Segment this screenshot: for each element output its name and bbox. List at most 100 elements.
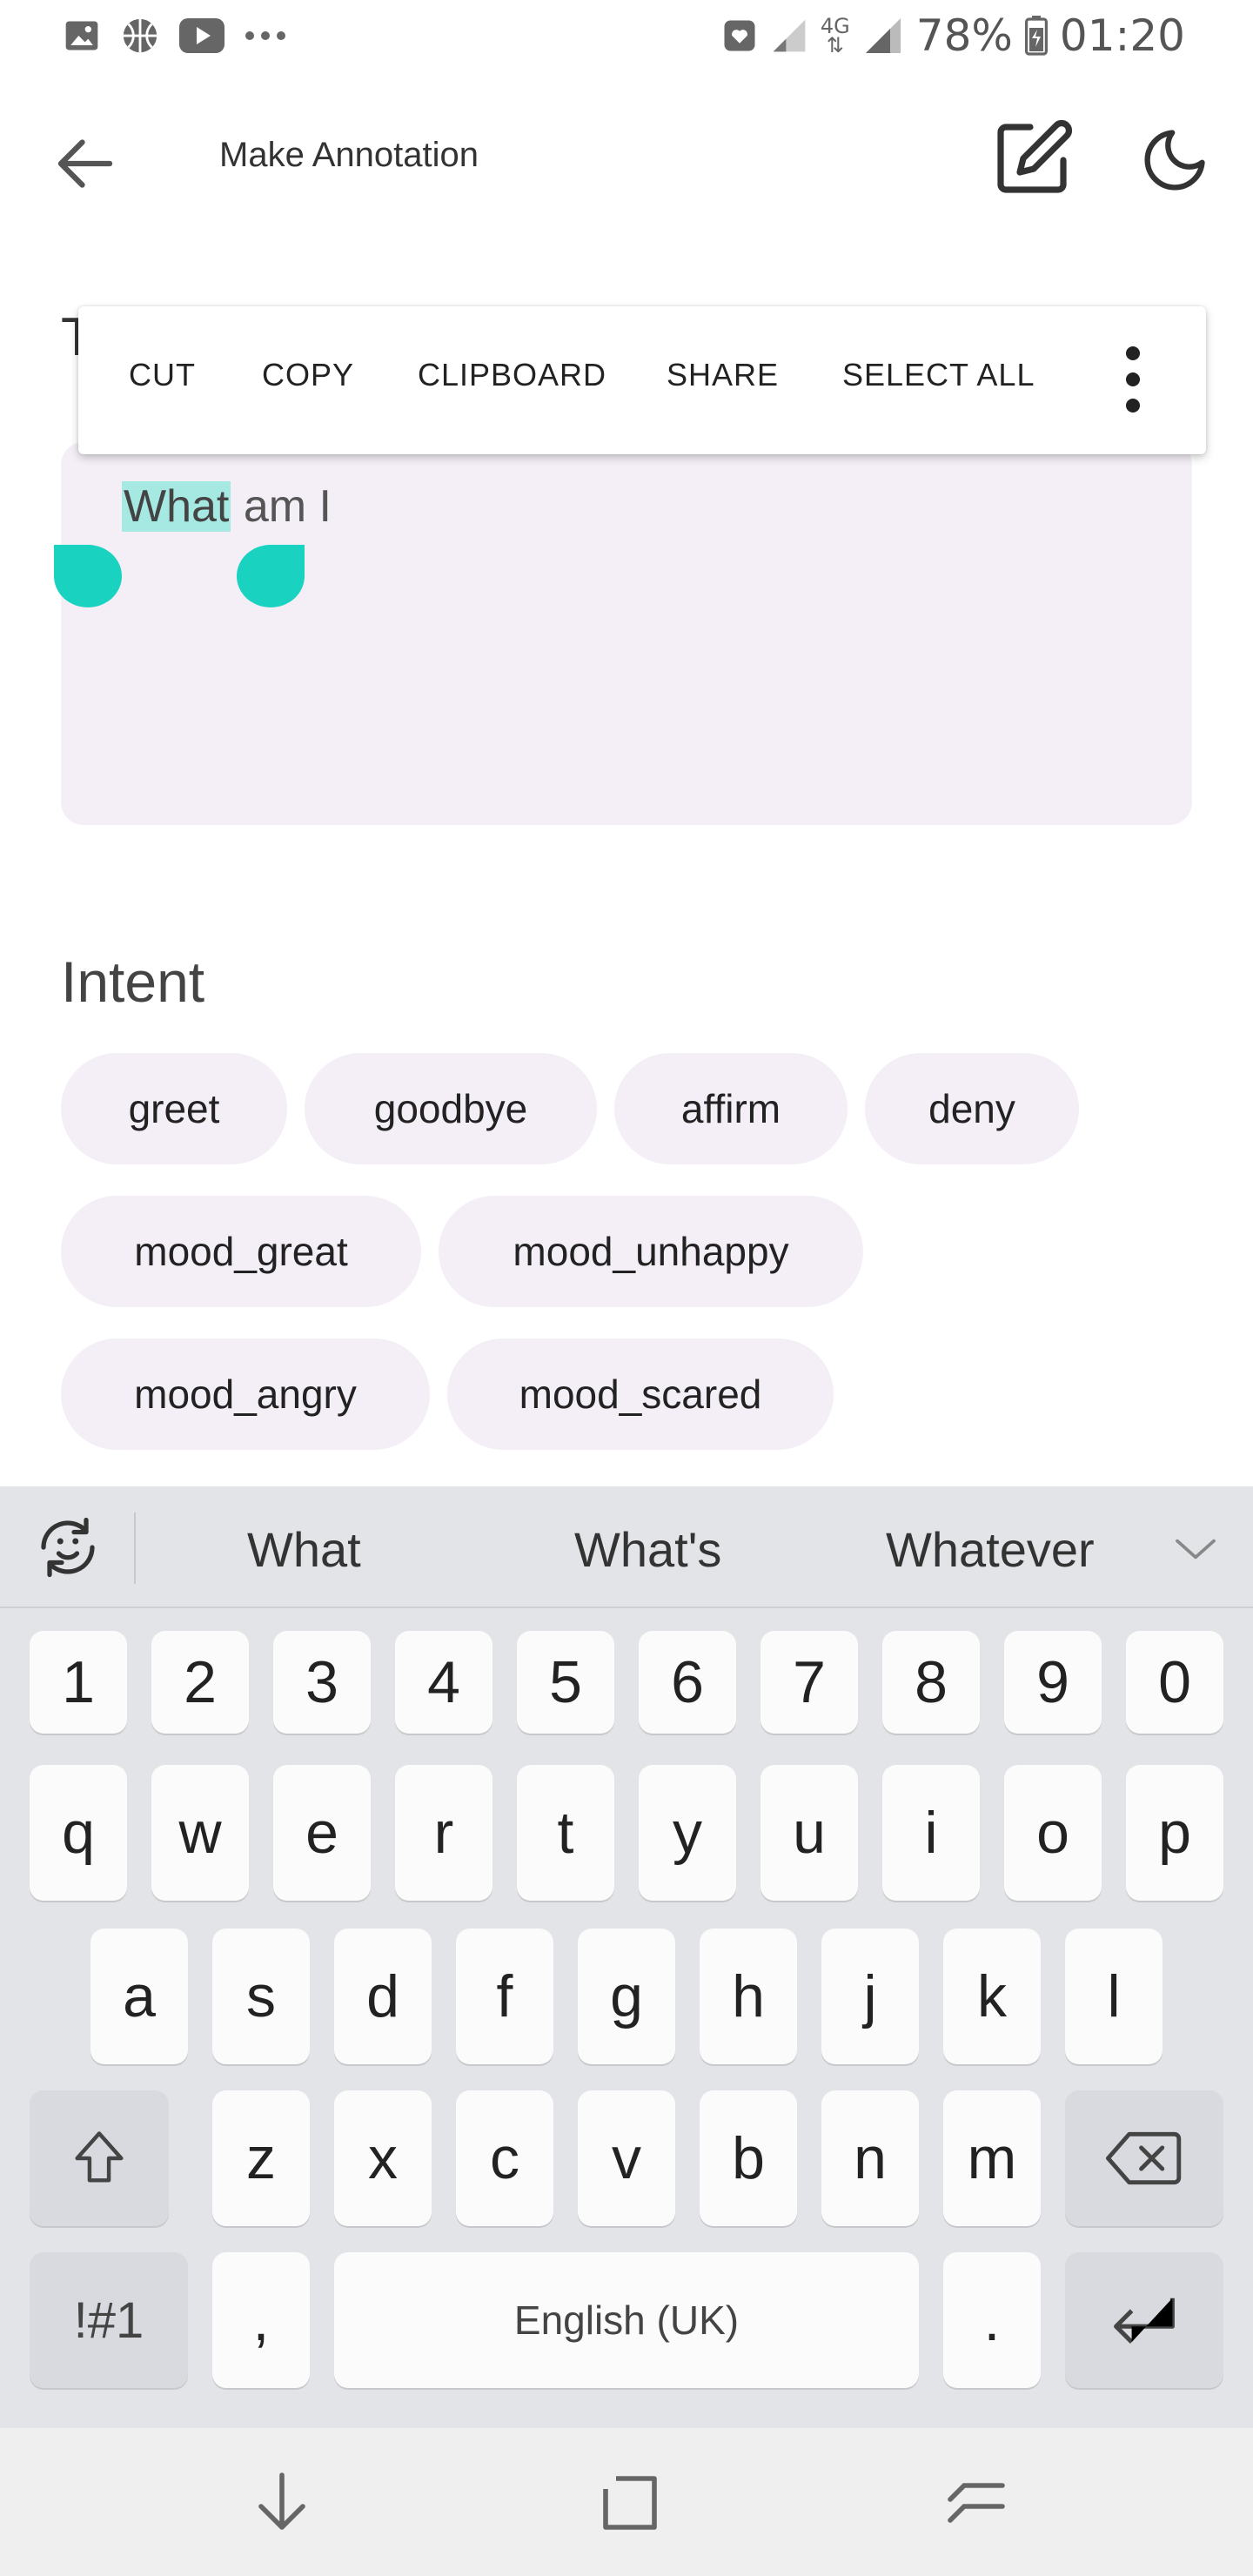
lte-4g-icon: 4G ⇅ — [820, 14, 850, 57]
key-7[interactable]: 7 — [761, 1631, 858, 1734]
annotation-text[interactable]: What am I — [122, 480, 332, 533]
suggestion-1[interactable]: What — [247, 1521, 361, 1578]
key-p[interactable]: p — [1126, 1765, 1223, 1901]
dark-mode-toggle[interactable] — [1138, 124, 1211, 197]
key-8[interactable]: 8 — [882, 1631, 980, 1734]
key-d[interactable]: d — [334, 1929, 432, 2064]
key-s[interactable]: s — [212, 1929, 310, 2064]
youtube-icon — [179, 18, 224, 53]
clock: 01:20 — [1059, 10, 1185, 61]
emoji-sync-icon[interactable] — [31, 1511, 104, 1584]
menu-item-cut[interactable]: CUT — [129, 357, 196, 393]
network-label: 4G — [820, 14, 850, 38]
key-q[interactable]: q — [30, 1765, 127, 1901]
space-key[interactable]: English (UK) — [334, 2252, 919, 2388]
key-6[interactable]: 6 — [639, 1631, 736, 1734]
text-selection-menu: CUT COPY CLIPBOARD SHARE SELECT ALL — [78, 306, 1206, 454]
symbols-key[interactable]: !#1 — [30, 2252, 188, 2388]
key-9[interactable]: 9 — [1004, 1631, 1102, 1734]
key-l[interactable]: l — [1065, 1929, 1163, 2064]
chevron-down-icon[interactable] — [1171, 1525, 1220, 1573]
menu-item-select-all[interactable]: SELECT ALL — [842, 357, 1035, 393]
key-y[interactable]: y — [639, 1765, 736, 1901]
battery-charging-icon — [1024, 16, 1048, 56]
key-k[interactable]: k — [943, 1929, 1041, 2064]
key-w[interactable]: w — [151, 1765, 249, 1901]
screen: 4G ⇅ 78% 01:20 Make Annotation T What am … — [0, 0, 1253, 2576]
comma-key[interactable]: , — [212, 2252, 310, 2388]
key-f[interactable]: f — [456, 1929, 553, 2064]
intent-chip-affirm[interactable]: affirm — [614, 1053, 848, 1164]
key-h[interactable]: h — [700, 1929, 797, 2064]
edit-button[interactable] — [992, 117, 1075, 200]
key-j[interactable]: j — [821, 1929, 919, 2064]
key-m[interactable]: m — [943, 2090, 1041, 2226]
intent-heading: Intent — [61, 949, 205, 1014]
suggestion-bar: What What's Whatever — [0, 1486, 1253, 1608]
status-bar: 4G ⇅ 78% 01:20 — [0, 0, 1253, 73]
back-button[interactable] — [49, 127, 122, 200]
back-nav-icon[interactable] — [936, 2461, 1020, 2545]
signal-icon — [862, 15, 904, 57]
selection-handle-end[interactable] — [237, 545, 305, 607]
enter-icon — [1114, 2298, 1175, 2344]
status-bar-right: 4G ⇅ 78% 01:20 — [721, 10, 1185, 61]
key-c[interactable]: c — [456, 2090, 553, 2226]
selected-text[interactable]: What — [122, 481, 231, 532]
selection-handle-start[interactable] — [54, 545, 122, 607]
suggestion-3[interactable]: Whatever — [886, 1521, 1095, 1578]
menu-item-clipboard[interactable]: CLIPBOARD — [418, 357, 606, 393]
key-5[interactable]: 5 — [517, 1631, 614, 1734]
backspace-icon — [1106, 2131, 1182, 2185]
gallery-icon — [63, 17, 101, 55]
more-notifications-icon — [244, 30, 287, 42]
battery-percent: 78% — [915, 10, 1013, 61]
key-1[interactable]: 1 — [30, 1631, 127, 1734]
suggestion-divider — [134, 1513, 136, 1584]
intent-chip-mood-unhappy[interactable]: mood_unhappy — [439, 1196, 863, 1307]
shift-key[interactable] — [30, 2090, 169, 2226]
suggestion-2[interactable]: What's — [574, 1521, 721, 1578]
intent-chip-deny[interactable]: deny — [865, 1053, 1079, 1164]
navigation-bar — [0, 2428, 1253, 2576]
page-title: Make Annotation — [219, 136, 479, 174]
intent-chip-greet[interactable]: greet — [61, 1053, 287, 1164]
key-e[interactable]: e — [273, 1765, 371, 1901]
enter-key[interactable] — [1065, 2252, 1223, 2388]
edit-icon — [997, 119, 1073, 193]
soft-keyboard: What What's Whatever 1 2 3 4 5 6 7 8 9 0… — [0, 1486, 1253, 2428]
key-3[interactable]: 3 — [273, 1631, 371, 1734]
moon-icon — [1144, 130, 1205, 191]
key-u[interactable]: u — [761, 1765, 858, 1901]
status-bar-left — [63, 16, 287, 56]
key-2[interactable]: 2 — [151, 1631, 249, 1734]
menu-item-share[interactable]: SHARE — [667, 357, 779, 393]
intent-chip-mood-scared[interactable]: mood_scared — [447, 1338, 834, 1450]
key-4[interactable]: 4 — [395, 1631, 492, 1734]
recents-icon[interactable] — [588, 2461, 672, 2545]
period-key[interactable]: . — [943, 2252, 1041, 2388]
key-g[interactable]: g — [578, 1929, 675, 2064]
arrow-back-icon — [57, 139, 113, 188]
intent-chip-goodbye[interactable]: goodbye — [305, 1053, 597, 1164]
key-i[interactable]: i — [882, 1765, 980, 1901]
intent-chip-mood-great[interactable]: mood_great — [61, 1196, 421, 1307]
signal-weak-icon — [770, 17, 808, 55]
intent-chip-mood-angry[interactable]: mood_angry — [61, 1338, 430, 1450]
key-b[interactable]: b — [700, 2090, 797, 2226]
key-a[interactable]: a — [90, 1929, 188, 2064]
key-o[interactable]: o — [1004, 1765, 1102, 1901]
shift-icon — [75, 2131, 124, 2183]
key-v[interactable]: v — [578, 2090, 675, 2226]
key-r[interactable]: r — [395, 1765, 492, 1901]
more-vert-icon[interactable] — [1116, 336, 1150, 423]
backspace-key[interactable] — [1065, 2090, 1223, 2226]
heart-message-icon — [721, 17, 758, 54]
hide-keyboard-icon[interactable] — [240, 2461, 324, 2545]
key-z[interactable]: z — [212, 2090, 310, 2226]
key-t[interactable]: t — [517, 1765, 614, 1901]
key-0[interactable]: 0 — [1126, 1631, 1223, 1734]
menu-item-copy[interactable]: COPY — [262, 357, 354, 393]
key-x[interactable]: x — [334, 2090, 432, 2226]
key-n[interactable]: n — [821, 2090, 919, 2226]
